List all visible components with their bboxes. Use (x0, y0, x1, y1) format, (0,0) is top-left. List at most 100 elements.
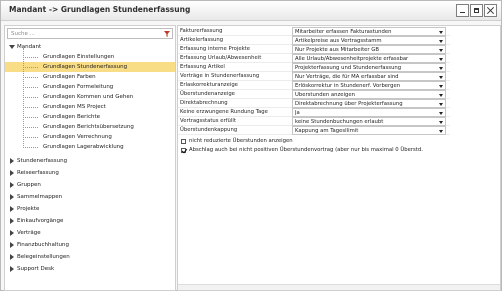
tree-item[interactable]: Grundlagen Farben (5, 72, 175, 82)
setting-value: Nur Projekte aus Mitarbeiter GB (295, 46, 380, 53)
tree-group[interactable]: Gruppen (5, 180, 175, 190)
dropdown-arrow-icon[interactable] (439, 48, 443, 52)
setting-value: Alle Urlaub/Abwesenheitprojekte erfassba… (295, 55, 409, 62)
search-input[interactable]: Suche ... (7, 28, 173, 39)
dropdown-arrow-icon[interactable] (439, 84, 443, 88)
tree-group-label: Sammelmappen (17, 193, 63, 200)
setting-label: Artikelerfassung (180, 37, 224, 43)
setting-value: Direktabrechnung über Projekterfassung (295, 100, 403, 107)
expand-arrow-icon[interactable] (10, 218, 14, 224)
setting-dropdown[interactable]: Artikelpreise aus Vertragsstamm (292, 36, 446, 45)
tree-group[interactable]: Reiseerfassung (5, 168, 175, 178)
tree-group[interactable]: Verträge (5, 228, 175, 238)
tree-item-selected[interactable]: Grundlagen Stundenerfassung (5, 62, 175, 72)
expand-arrow-icon[interactable] (10, 170, 14, 176)
dropdown-arrow-icon[interactable] (439, 39, 443, 43)
tree-item[interactable]: Grundlagen Berichtsübersetzung (5, 122, 175, 132)
checkbox-label: Abschlag auch bei nicht positiven Überst… (189, 147, 423, 153)
tree-item-label: Grundlagen Berichtsübersetzung (43, 123, 134, 130)
tree-item[interactable]: Grundlagen Kommen und Gehen (5, 92, 175, 102)
tree-group[interactable]: Belegeinstellungen (5, 252, 175, 262)
dropdown-arrow-icon[interactable] (439, 120, 443, 124)
close-button[interactable] (484, 4, 497, 17)
expand-arrow-icon[interactable] (10, 194, 14, 200)
setting-row: Erfassung Urlaub/Abwesenheit Alle Urlaub/… (178, 54, 450, 63)
tree-group[interactable]: Finanzbuchhaltung (5, 240, 175, 250)
tree-group[interactable]: Sammelmappen (5, 192, 175, 202)
expand-arrow-icon[interactable] (10, 254, 14, 260)
title-bar: Mandant -> Grundlagen Stundenerfassung (1, 1, 501, 21)
dropdown-arrow-icon[interactable] (439, 57, 443, 61)
tree-item[interactable]: Grundlagen Berichte (5, 112, 175, 122)
tree-item[interactable]: Grundlagen Verrechnung (5, 132, 175, 142)
tree-group[interactable]: Einkaufvorgänge (5, 216, 175, 226)
maximize-button[interactable] (470, 4, 483, 17)
setting-dropdown[interactable]: Kappung am Tagesllimit (292, 126, 446, 135)
navigation-panel: Suche ... Mandant Grundlagen Einstellung… (4, 25, 176, 291)
setting-dropdown[interactable]: Erlöskorrektur in Stundenerf. Vorbergen (292, 81, 446, 90)
tree-guide-line (23, 48, 24, 146)
setting-label: Direktabrechnung (180, 100, 228, 106)
dropdown-arrow-icon[interactable] (439, 102, 443, 106)
setting-dropdown[interactable]: Nur Projekte aus Mitarbeiter GB (292, 45, 446, 54)
setting-dropdown[interactable]: Überstunden anzeigen (292, 90, 446, 99)
setting-label: Vertragsstatus erfüllt (180, 118, 236, 124)
dropdown-arrow-icon[interactable] (439, 75, 443, 79)
setting-value: Projekterfassung und Stundenerfassung (295, 64, 402, 71)
setting-dropdown[interactable]: keine Stundenbuchungen erlaubt (292, 117, 446, 126)
tree-group-label: Verträge (17, 229, 41, 236)
expand-arrow-icon[interactable] (10, 266, 14, 272)
expand-arrow-icon[interactable] (10, 206, 14, 212)
tree-item[interactable]: Grundlagen Formeleitung (5, 82, 175, 92)
setting-row: Keine erzwungene Rundung Tage Ja (178, 108, 450, 117)
search-placeholder: Suche ... (11, 30, 35, 37)
tree-item-label: Grundlagen Farben (43, 73, 96, 80)
tree-group[interactable]: Stundenerfassung (5, 156, 175, 166)
minimize-button[interactable] (456, 4, 469, 17)
tree-item[interactable]: Grundlagen Lagerabwicklung (5, 142, 175, 152)
setting-dropdown[interactable]: Ja (292, 108, 446, 117)
tree-group-label: Gruppen (17, 181, 41, 188)
checkbox-deduction-overtime[interactable] (181, 148, 186, 153)
tree-connector (23, 107, 38, 108)
tree-node-mandant[interactable]: Mandant (5, 42, 175, 52)
tree-item-label: Grundlagen MS Project (43, 103, 106, 110)
collapse-arrow-icon[interactable] (9, 45, 15, 49)
setting-value: Artikelpreise aus Vertragsstamm (295, 37, 382, 44)
setting-dropdown[interactable]: Mitarbeiter erfassen Fakturastunden (292, 27, 446, 36)
setting-value: Erlöskorrektur in Stundenerf. Vorbergen (295, 82, 401, 89)
setting-dropdown[interactable]: Projekterfassung und Stundenerfassung (292, 63, 446, 72)
dropdown-arrow-icon[interactable] (439, 93, 443, 97)
settings-panel: Fakturerfassung Mitarbeiter erfassen Fakt… (177, 25, 501, 291)
checkbox-non-reduced-overtime[interactable] (181, 139, 186, 144)
expand-arrow-icon[interactable] (10, 158, 14, 164)
dropdown-arrow-icon[interactable] (439, 66, 443, 70)
setting-value: keine Stundenbuchungen erlaubt (295, 118, 384, 125)
checkbox-label: nicht reduzierte Überstunden anzeigen (189, 138, 293, 144)
setting-value: Nur Verträge, die für MA erfassbar sind (295, 73, 399, 80)
setting-value: Mitarbeiter erfassen Fakturastunden (295, 28, 392, 35)
tree-group-label: Projekte (17, 205, 40, 212)
tree-group[interactable]: Support Desk (5, 264, 175, 274)
tree-connector (23, 87, 38, 88)
horizontal-scrollbar[interactable] (178, 284, 500, 290)
expand-arrow-icon[interactable] (10, 242, 14, 248)
setting-row: Überstundenanzeige Überstunden anzeigen (178, 90, 450, 99)
tree-item[interactable]: Grundlagen MS Project (5, 102, 175, 112)
tree-group-label: Einkaufvorgänge (17, 217, 64, 224)
filter-icon[interactable] (164, 31, 170, 37)
dropdown-arrow-icon[interactable] (439, 111, 443, 115)
setting-dropdown[interactable]: Direktabrechnung über Projekterfassung (292, 99, 446, 108)
expand-arrow-icon[interactable] (10, 230, 14, 236)
tree-item[interactable]: Grundlagen Einstellungen (5, 52, 175, 62)
setting-label: Erlaskorrekturanzeige (180, 82, 238, 88)
setting-dropdown[interactable]: Alle Urlaub/Abwesenheitprojekte erfassba… (292, 54, 446, 63)
tree-group[interactable]: Projekte (5, 204, 175, 214)
tree-connector (23, 147, 38, 148)
tree-connector (23, 137, 38, 138)
tree-item-label: Grundlagen Verrechnung (43, 133, 112, 140)
dropdown-arrow-icon[interactable] (439, 30, 443, 34)
setting-dropdown[interactable]: Nur Verträge, die für MA erfassbar sind (292, 72, 446, 81)
expand-arrow-icon[interactable] (10, 182, 14, 188)
dropdown-arrow-icon[interactable] (439, 129, 443, 133)
